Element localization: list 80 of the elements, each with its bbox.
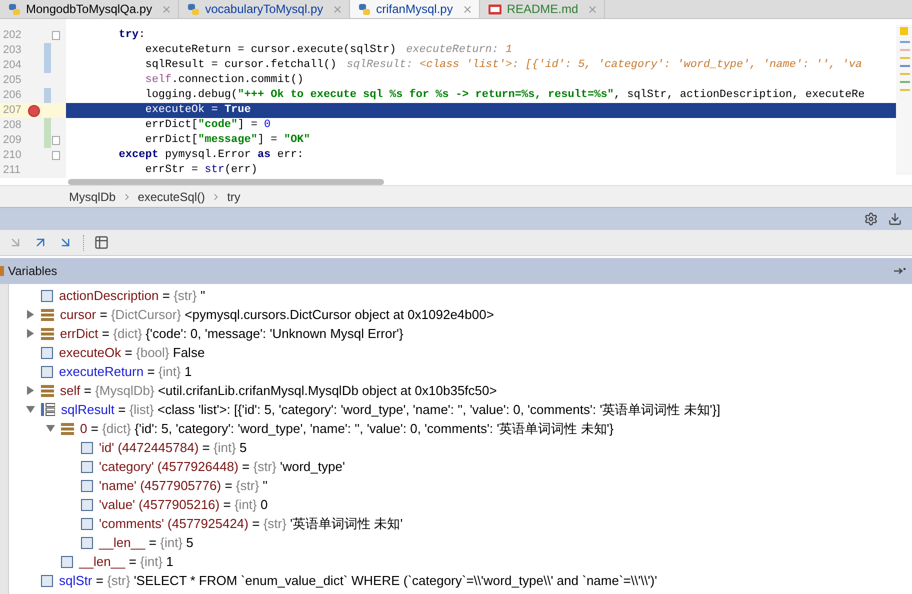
expand-arrow-icon[interactable] (26, 329, 34, 338)
line-number: 208 (2, 118, 22, 134)
pin-icon[interactable] (894, 267, 906, 275)
python-file-icon (358, 2, 372, 16)
variable-entry: sqlStr = {str} 'SELECT * FROM `enum_value_dict` WHERE (`category`=\\'word_type\\' and `name`=\\'\\')' (59, 572, 658, 590)
variable-entry: __len__ = {int} 1 (79, 552, 174, 571)
code-line: except pymysql.Error as err: (118, 148, 304, 164)
primitive-value-icon (41, 574, 53, 586)
variable-entry: executeReturn = {int} 1 (59, 362, 192, 381)
variable-entry: sqlResult = {list} <class 'list'>: [{'id': 5, 'category': 'word_type', 'name': '', 'value': 0, 'comments': '英语单词词性 未知'}] (61, 400, 720, 419)
line-number: 209 (2, 133, 22, 148)
expand-arrow-icon[interactable] (26, 386, 34, 395)
variable-entry: executeOk = {bool} False (59, 344, 205, 362)
variable-entry: errDict = {dict} {'code': 0, 'message': 'Unknown Mysql Error'} (60, 324, 404, 343)
grip-icon (0, 266, 4, 276)
line-number: 206 (2, 88, 22, 104)
file-tab[interactable]: crifanMysql.py (350, 0, 480, 18)
line-number: 203 (2, 43, 22, 58)
code-line: sqlResult = cursor.fetchall() sqlResult: <class 'list'>: [{'id': 5, 'category': 'word_type', 'name': '', 'va (144, 58, 862, 74)
variable-entry: 'id' (4472445784) = {int} 5 (99, 438, 247, 457)
line-number: 207 (2, 103, 22, 118)
breadcrumb-item[interactable]: executeSql() (138, 188, 206, 206)
table-icon[interactable] (94, 235, 109, 250)
close-icon[interactable] (587, 4, 598, 14)
variable-entry: 'category' (4577926448) = {str} 'word_type' (99, 458, 345, 476)
code-line: executeOk = True (144, 103, 251, 118)
variable-entry: 'value' (4577905216) = {int} 0 (99, 496, 268, 514)
list-icon (41, 403, 55, 416)
line-number: 202 (2, 28, 22, 44)
expand-arrow-icon[interactable] (26, 310, 34, 319)
object-icon (41, 308, 54, 320)
primitive-value-icon (41, 346, 53, 358)
code-line: executeReturn = cursor.execute(sqlStr) executeReturn: 1 (144, 43, 512, 58)
line-number: 204 (2, 58, 22, 74)
primitive-value-icon (41, 366, 53, 378)
variable-entry: 0 = {dict} {'id': 5, 'category': 'word_type', 'name': '', 'value': 0, 'comments': '英语单词词性 未知'} (80, 420, 614, 438)
code-line: errDict["code"] = 0 (144, 118, 271, 134)
primitive-value-icon (81, 480, 93, 492)
variable-entry: 'comments' (4577925424) = {str} '英语单词词性 未知' (99, 514, 403, 533)
object-icon (41, 384, 54, 396)
code-line: errDict["message"] = "OK" (144, 133, 310, 148)
primitive-value-icon (81, 442, 93, 454)
object-icon (61, 422, 74, 434)
expand-arrow-icon[interactable] (26, 405, 34, 414)
fold-marker-icon[interactable] (52, 151, 60, 160)
close-icon[interactable] (332, 4, 344, 14)
fold-marker-icon[interactable] (52, 136, 60, 145)
code-line: errStr = str(err) (144, 163, 258, 178)
code-line: try: (118, 28, 146, 44)
variable-entry: self = {MysqlDb} <util.crifanLib.crifanMysql.MysqlDb object at 0x10b35fc50> (60, 382, 497, 400)
markdown-file-icon (488, 4, 502, 14)
primitive-value-icon (81, 536, 93, 548)
object-icon (41, 328, 54, 340)
fold-marker-icon[interactable] (52, 31, 60, 40)
line-number: 205 (2, 73, 22, 88)
python-file-icon (8, 2, 21, 16)
code-line: logging.debug("+++ Ok to execute sql %s for %s -> return=%s, result=%s", sqlStr, actionDescription, executeRe (144, 88, 865, 104)
variable-entry: __len__ = {int} 5 (99, 534, 194, 552)
line-number: 211 (2, 163, 22, 178)
close-icon[interactable] (462, 4, 473, 14)
primitive-value-icon (81, 460, 93, 472)
code-line: self.connection.commit() (144, 73, 304, 88)
close-icon[interactable] (161, 4, 172, 14)
primitive-value-icon (81, 498, 93, 510)
primitive-value-icon (81, 518, 93, 530)
variable-entry: actionDescription = {str} '' (59, 286, 206, 305)
variable-entry: cursor = {DictCursor} <pymysql.cursors.DictCursor object at 0x1092e4b00> (60, 306, 494, 324)
variable-entry: 'name' (4577905776) = {str} '' (99, 476, 268, 495)
breadcrumb-item[interactable]: MysqlDb (69, 188, 116, 206)
line-number: 210 (2, 148, 22, 164)
primitive-value-icon (41, 290, 53, 302)
horizontal-scrollbar[interactable] (68, 178, 384, 184)
settings-icon[interactable] (864, 212, 878, 226)
python-file-icon (187, 2, 200, 16)
panel-title: Variables (8, 263, 58, 280)
breadcrumb-item[interactable]: try (227, 188, 240, 206)
primitive-value-icon (61, 556, 73, 568)
expand-arrow-icon[interactable] (46, 424, 54, 433)
download-icon[interactable] (888, 212, 902, 226)
breakpoint-icon[interactable] (28, 104, 40, 116)
